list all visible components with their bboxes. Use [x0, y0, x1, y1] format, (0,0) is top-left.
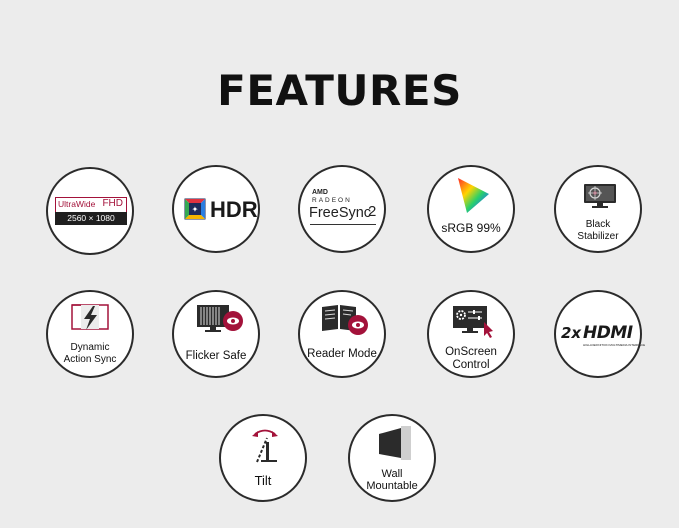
resolution-label: 2560 × 1080	[55, 212, 127, 225]
black-stabilizer-caption: Black Stabilizer	[556, 219, 640, 243]
feature-ultrawide-fhd: UltraWide FHD 2560 × 1080	[46, 167, 134, 255]
hdmi-count: 2x	[561, 324, 582, 342]
dynamic-action-sync-icon	[71, 304, 109, 330]
hdr-label: HDR	[210, 197, 258, 222]
feature-dynamic-action-sync: Dynamic Action Sync	[46, 290, 134, 378]
black-stabilizer-line2: Stabilizer	[577, 231, 619, 242]
tilt-label: Tilt	[254, 473, 272, 488]
srgb-label: sRGB 99%	[441, 221, 501, 235]
flicker-safe-label: Flicker Safe	[185, 350, 247, 362]
onscreen-line1: OnScreen	[445, 346, 497, 358]
wall-line2: Mountable	[366, 480, 418, 492]
feature-freesync: AMD RADEON FreeSync 2	[298, 165, 386, 253]
das-line2: Action Sync	[63, 354, 117, 365]
reader-mode-icon	[322, 305, 368, 335]
wall-mount-icon	[379, 426, 411, 460]
fhd-label: FHD	[102, 198, 123, 209]
color-gamut-icon	[458, 178, 489, 213]
onscreen-control-icon	[453, 306, 493, 338]
feature-srgb: sRGB 99%	[427, 165, 515, 253]
page-title: FEATURES	[217, 66, 462, 115]
hdr-icon: ✦	[184, 198, 206, 220]
freesync-underline	[310, 224, 376, 225]
feature-black-stabilizer: Black Stabilizer	[554, 165, 642, 253]
svg-text:✦: ✦	[192, 205, 199, 214]
feature-wall-mountable: Wall Mountable	[348, 414, 436, 502]
wall-mountable-caption: Wall Mountable	[350, 468, 434, 492]
onscreen-control-caption: OnScreen Control	[429, 346, 513, 372]
black-stabilizer-icon	[584, 184, 616, 208]
tilt-icon	[252, 429, 278, 463]
wall-line1: Wall	[381, 468, 403, 480]
feature-hdr: ✦ HDR	[172, 165, 260, 253]
freesync-label: FreeSync	[309, 205, 372, 221]
flicker-safe-icon	[197, 305, 243, 332]
feature-hdmi: 2x HDMI HIGH-DEFINITION MULTIMEDIA INTER…	[554, 290, 646, 378]
dynamic-action-sync-caption: Dynamic Action Sync	[48, 342, 132, 366]
feature-tilt: Tilt	[219, 414, 307, 502]
hdmi-tagline: HIGH-DEFINITION MULTIMEDIA INTERFACE	[583, 343, 646, 347]
amd-logo: AMD	[312, 189, 328, 196]
reader-mode-label: Reader Mode	[307, 348, 377, 360]
black-stabilizer-line1: Black	[585, 219, 611, 230]
ultrawide-label: UltraWide	[58, 199, 96, 209]
ultrawide-badge: UltraWide FHD	[55, 197, 127, 213]
onscreen-line2: Control	[452, 359, 490, 371]
feature-reader-mode: Reader Mode	[298, 290, 386, 378]
feature-flicker-safe: Flicker Safe	[172, 290, 260, 378]
radeon-label: RADEON	[312, 197, 352, 204]
das-line1: Dynamic	[70, 342, 110, 353]
feature-onscreen-control: OnScreen Control	[427, 290, 515, 378]
freesync-version: 2	[368, 203, 377, 220]
hdmi-logo: HDMI	[583, 323, 633, 343]
